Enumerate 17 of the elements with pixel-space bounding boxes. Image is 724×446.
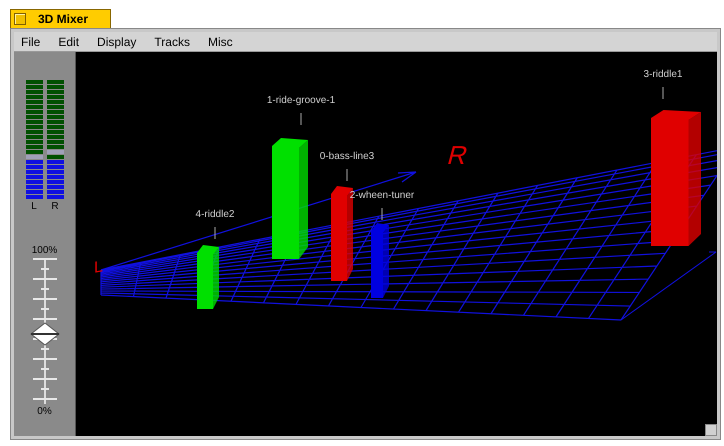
meter-label: R [51, 202, 59, 212]
track-label: 4-riddle2 [196, 209, 234, 220]
slider-max-label: 100% [32, 246, 58, 256]
slider-min-label: 0% [37, 407, 52, 417]
menu-item[interactable]: Misc [208, 32, 233, 50]
menu-item[interactable]: Display [97, 32, 136, 50]
axis-label: R [444, 140, 472, 170]
window-title: 3D Mixer [38, 11, 88, 28]
meter-label: L [31, 202, 37, 212]
menu-item[interactable]: Edit [58, 32, 80, 50]
axis-label: L [94, 257, 103, 277]
menu-item[interactable]: File [21, 32, 40, 50]
track-label: 3-riddle1 [644, 69, 682, 80]
track-label: 0-bass-line3 [320, 151, 374, 162]
window-title-tab[interactable]: 3D Mixer [10, 9, 111, 29]
menu-item[interactable]: Tracks [154, 32, 190, 50]
track-label: 1-ride-groove-1 [266, 95, 336, 106]
